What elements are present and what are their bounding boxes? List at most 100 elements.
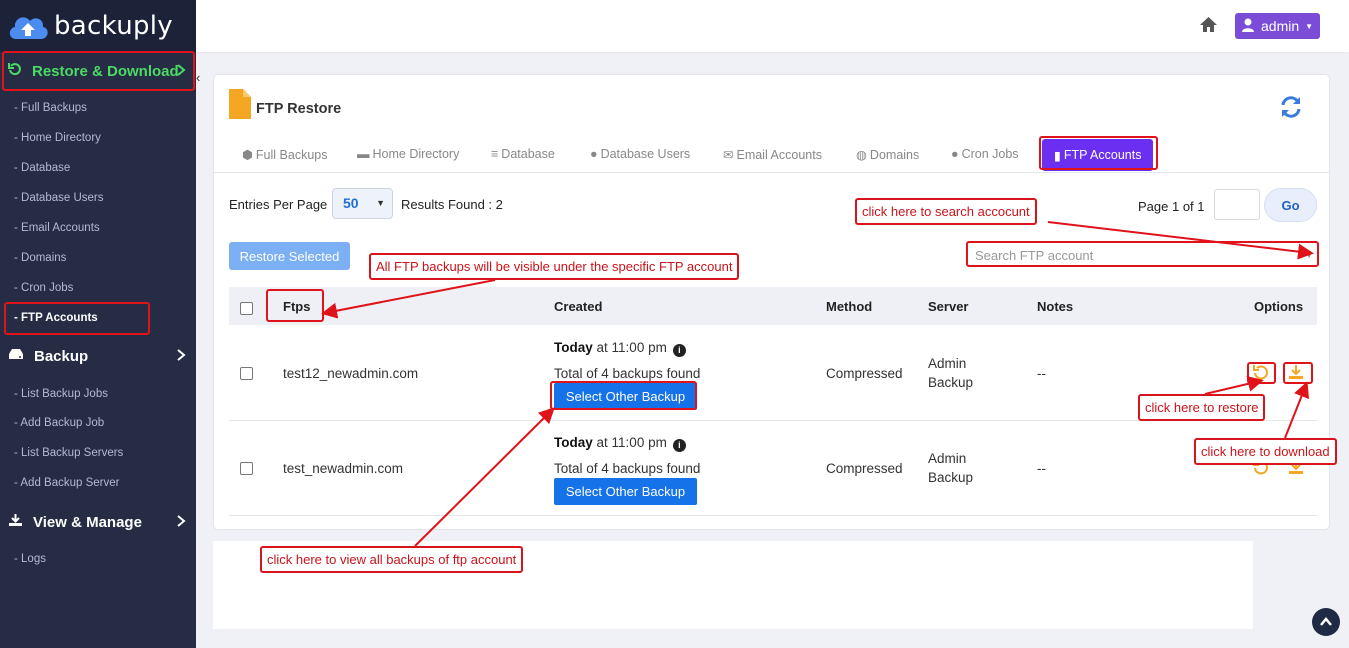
chevron-down-icon: ▼ [376,198,385,208]
pagination-label: Page 1 of 1 [1138,199,1205,214]
info-icon[interactable]: i [672,344,686,357]
restore-selected-button[interactable]: Restore Selected [229,242,350,270]
hard-drive-icon [8,347,24,365]
created-date: Today at 11:00 pm i [554,435,686,452]
caret-down-icon: ▼ [1305,21,1314,31]
column-header-method: Method [826,299,873,314]
user-menu-button[interactable]: admin ▼ [1235,13,1320,39]
method-value: Compressed [826,461,903,476]
select-all-checkbox[interactable] [240,302,253,315]
sidebar-item-cron-jobs[interactable]: - Cron Jobs [14,282,73,294]
created-day: Today [554,340,593,355]
tab-label: Domains [869,147,920,162]
tab-label: Home Directory [372,147,460,161]
sidebar-item-home-directory[interactable]: - Home Directory [14,132,101,144]
backups-found-text: Total of 4 backups found [554,366,701,381]
server-value-line1: Admin [928,451,967,466]
entries-per-page-select[interactable]: 50 ▼ [332,188,393,219]
sidebar-item-add-backup-server[interactable]: - Add Backup Server [14,477,119,489]
created-date: Today at 11:00 pm i [554,340,686,357]
entries-per-page-value: 50 [343,195,359,211]
sidebar-item-database[interactable]: - Database [14,162,70,174]
chevron-right-icon [176,348,186,366]
sidebar-item-domains[interactable]: - Domains [14,252,66,264]
sidebar-item-database-users[interactable]: - Database Users [14,192,103,204]
sidebar-item-logs[interactable]: - Logs [14,553,46,565]
cubes-icon: ⬢ [242,148,253,162]
download-tray-icon [8,513,23,531]
ftp-account-name: test_newadmin.com [283,461,404,476]
restore-tabs: ⬢ Full Backups ▬ Home Directory ≡ Database … [214,137,1329,173]
method-value: Compressed [826,366,903,381]
logo-text: backuply [54,11,173,41]
chevron-right-icon [176,514,186,532]
highlight-ftp-tab [1039,136,1158,170]
logo[interactable]: backuply [0,0,196,52]
created-time: at 11:00 pm [596,435,667,450]
tab-cron-jobs[interactable]: ● Cron Jobs [951,147,1019,161]
table-header: Ftps Created Method Server Notes Options [229,287,1317,325]
tab-database-users[interactable]: ● Database Users [590,147,690,161]
row-checkbox[interactable] [240,462,253,475]
highlight-restore-menu [2,51,195,91]
ftp-restore-card: FTP Restore ⬢ Full Backups ▬ Home Director… [213,74,1330,530]
ftp-account-name: test12_newadmin.com [283,366,419,381]
backups-found-text: Total of 4 backups found [554,461,701,476]
sidebar-item-email-accounts[interactable]: - Email Accounts [14,222,100,234]
table-row: test_newadmin.com Today at 11:00 pm i Tot… [229,421,1317,516]
go-button[interactable]: Go [1264,188,1317,222]
tab-label: Database Users [600,147,691,161]
created-time: at 11:00 pm [596,340,667,355]
annotation-view-all: click here to view all backups of ftp ac… [260,546,524,573]
annotation-search: click here to search accocunt [855,198,1037,225]
menu-view-manage-label: View & Manage [33,513,142,531]
tab-label: Full Backups [255,147,328,162]
cloud-upload-icon [6,9,50,43]
tab-label: Email Accounts [736,147,822,162]
users-cog-icon: ● [951,147,959,161]
tab-full-backups[interactable]: ⬢ Full Backups [242,147,328,163]
menu-backup[interactable]: Backup [0,339,196,373]
highlight-restore-icon [1247,362,1276,384]
user-icon: ● [590,147,598,161]
server-value-line1: Admin [928,356,967,371]
page-number-input[interactable] [1214,189,1260,220]
row-checkbox[interactable] [240,367,253,380]
highlight-download-icon [1283,362,1313,384]
menu-view-manage[interactable]: View & Manage [0,505,196,539]
highlight-select-button [550,381,697,410]
column-header-notes: Notes [1037,299,1074,314]
column-header-server: Server [928,299,969,314]
info-icon[interactable]: i [672,439,686,452]
tab-database[interactable]: ≡ Database [491,147,555,161]
envelope-icon: ✉ [723,148,734,162]
sidebar-collapse-toggle[interactable]: ‹ [196,70,205,90]
notes-value: -- [1037,366,1046,381]
results-count: Results Found : 2 [401,197,503,212]
tab-domains[interactable]: ◍ Domains [856,147,920,163]
topbar: admin ▼ [196,0,1349,52]
select-other-backup-button[interactable]: Select Other Backup [554,478,697,505]
refresh-icon[interactable] [1279,95,1303,122]
user-icon [1241,18,1255,35]
file-icon [229,89,251,122]
annotation-restore: click here to restore [1138,394,1266,421]
sidebar-item-list-backup-servers[interactable]: - List Backup Servers [14,447,123,459]
highlight-search [966,241,1319,267]
sidebar-item-full-backups[interactable]: - Full Backups [14,102,87,114]
tab-email-accounts[interactable]: ✉ Email Accounts [723,147,822,163]
home-icon[interactable] [1199,16,1218,36]
tab-home-directory[interactable]: ▬ Home Directory [357,147,459,161]
highlight-ftps-header [266,289,324,322]
column-header-created: Created [554,299,603,314]
tab-label: Database [501,147,555,161]
globe-icon: ◍ [856,148,867,162]
sidebar-item-list-backup-jobs[interactable]: - List Backup Jobs [14,388,108,400]
server-value-line2: Backup [928,375,974,390]
notes-value: -- [1037,461,1046,476]
entries-per-page-label: Entries Per Page [229,197,328,212]
scroll-to-top-button[interactable] [1312,608,1340,636]
sidebar-item-add-backup-job[interactable]: - Add Backup Job [14,417,104,429]
server-value-line2: Backup [928,470,974,485]
annotation-download: click here to download [1194,438,1337,465]
